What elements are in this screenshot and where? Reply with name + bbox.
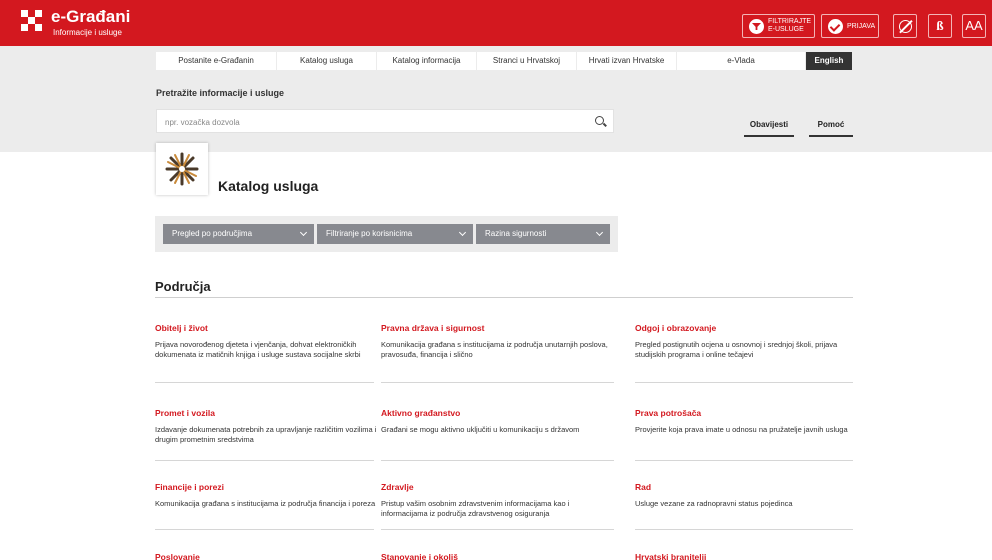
area-card: Prava potrošača Provjerite koja prava im…	[635, 408, 870, 435]
tab-pomoc[interactable]: Pomoć	[809, 120, 853, 137]
area-description: Građani se mogu aktivno uključiti u komu…	[381, 425, 580, 434]
chevron-down-icon	[595, 228, 604, 237]
area-card: Pravna država i sigurnost Komunikacija g…	[381, 323, 616, 360]
login-label: PRIJAVA	[847, 23, 876, 30]
main-nav: Postanite e-Građanin Katalog usluga Kata…	[156, 52, 853, 70]
areas-heading: Područja	[155, 279, 211, 294]
search-icon[interactable]	[595, 116, 604, 125]
catalog-emblem	[156, 143, 208, 195]
divider	[381, 460, 614, 461]
dyslexic-font-button[interactable]: ß	[928, 14, 952, 38]
chevron-down-icon	[299, 228, 308, 237]
area-link[interactable]: Rad	[635, 482, 870, 492]
chevron-down-icon	[458, 228, 467, 237]
filter-bar: Pregled po područjima Filtriranje po kor…	[155, 216, 618, 252]
area-link[interactable]: Financije i porezi	[155, 482, 390, 492]
divider	[155, 297, 853, 298]
checkerboard-logo-icon[interactable]	[21, 10, 44, 33]
nav-item-e-vlada[interactable]: e-Vlada	[677, 52, 806, 70]
brand-subtitle: Informacije i usluge	[53, 28, 122, 37]
nav-item-stranci[interactable]: Stranci u Hrvatskoj	[477, 52, 577, 70]
select-by-area-label: Pregled po područjima	[172, 229, 253, 238]
area-description: Izdavanje dokumenata potrebnih za upravl…	[155, 425, 377, 444]
area-card: Hrvatski branitelji	[635, 552, 870, 560]
area-link[interactable]: Aktivno građanstvo	[381, 408, 616, 418]
divider	[155, 529, 374, 530]
area-description: Prijava novorođenog djeteta i vjenčanja,…	[155, 340, 361, 359]
area-link[interactable]: Prava potrošača	[635, 408, 870, 418]
area-link[interactable]: Obitelj i život	[155, 323, 390, 333]
divider	[635, 460, 853, 461]
nav-item-english[interactable]: English	[806, 52, 853, 70]
area-card: Financije i porezi Komunikacija građana …	[155, 482, 390, 509]
area-description: Provjerite koja prava imate u odnosu na …	[635, 425, 848, 434]
search-box	[156, 109, 614, 133]
area-description: Usluge vezane za radnopravni status poje…	[635, 499, 793, 508]
area-card: Obitelj i život Prijava novorođenog djet…	[155, 323, 390, 360]
divider	[381, 529, 614, 530]
check-icon	[828, 19, 843, 34]
select-security-level-label: Razina sigurnosti	[485, 229, 547, 238]
area-card: Zdravlje Pristup vašim osobnim zdravstve…	[381, 482, 616, 519]
select-by-user-label: Filtriranje po korisnicima	[326, 229, 413, 238]
filter-icon	[749, 19, 764, 34]
nav-item-hrvati-izvan[interactable]: Hrvati izvan Hrvatske	[577, 52, 677, 70]
select-by-area[interactable]: Pregled po područjima	[163, 224, 314, 244]
filter-e-services-button[interactable]: FILTRIRAJTE E-USLUGE	[742, 14, 815, 38]
divider	[635, 382, 853, 383]
area-link[interactable]: Stanovanje i okoliš	[381, 552, 616, 560]
area-description: Komunikacija građana s institucijama iz …	[381, 340, 608, 359]
nav-item-katalog-usluga[interactable]: Katalog usluga	[277, 52, 377, 70]
area-link[interactable]: Pravna država i sigurnost	[381, 323, 616, 333]
catalog-emblem-icon	[165, 152, 199, 186]
divider	[635, 529, 853, 530]
nav-item-postanite[interactable]: Postanite e-Građanin	[156, 52, 277, 70]
top-bar: e-Građani Informacije i usluge FILTRIRAJ…	[0, 0, 992, 46]
area-link[interactable]: Odgoj i obrazovanje	[635, 323, 870, 333]
area-link[interactable]: Promet i vozila	[155, 408, 390, 418]
divider	[155, 382, 374, 383]
login-button[interactable]: PRIJAVA	[821, 14, 879, 38]
area-card: Aktivno građanstvo Građani se mogu aktiv…	[381, 408, 616, 435]
visibility-off-icon	[899, 20, 912, 33]
select-by-user[interactable]: Filtriranje po korisnicima	[317, 224, 473, 244]
search-input[interactable]	[165, 115, 585, 129]
text-size-button[interactable]: AA	[962, 14, 986, 38]
area-link[interactable]: Zdravlje	[381, 482, 616, 492]
area-card: Odgoj i obrazovanje Pregled postignutih …	[635, 323, 870, 360]
nav-item-katalog-informacija[interactable]: Katalog informacija	[377, 52, 477, 70]
page-title: Katalog usluga	[218, 178, 319, 194]
area-description: Pristup vašim osobnim zdravstvenim infor…	[381, 499, 570, 518]
select-security-level[interactable]: Razina sigurnosti	[476, 224, 610, 244]
filter-button-label: FILTRIRAJTE E-USLUGE	[768, 18, 812, 33]
area-card: Stanovanje i okoliš	[381, 552, 616, 560]
divider	[155, 460, 374, 461]
area-card: Promet i vozila Izdavanje dokumenata pot…	[155, 408, 390, 445]
contrast-toggle-button[interactable]	[893, 14, 917, 38]
divider	[381, 382, 614, 383]
brand-title[interactable]: e-Građani	[51, 7, 130, 27]
area-description: Komunikacija građana s institucijama iz …	[155, 499, 376, 508]
area-link[interactable]: Poslovanje	[155, 552, 390, 560]
area-card: Rad Usluge vezane za radnopravni status …	[635, 482, 870, 509]
area-description: Pregled postignutih ocjena u osnovnoj i …	[635, 340, 838, 359]
area-link[interactable]: Hrvatski branitelji	[635, 552, 870, 560]
search-label: Pretražite informacije i usluge	[156, 88, 285, 98]
area-card: Poslovanje	[155, 552, 390, 560]
tab-obavijesti[interactable]: Obavijesti	[744, 120, 794, 137]
text-size-label: AA	[965, 18, 983, 33]
